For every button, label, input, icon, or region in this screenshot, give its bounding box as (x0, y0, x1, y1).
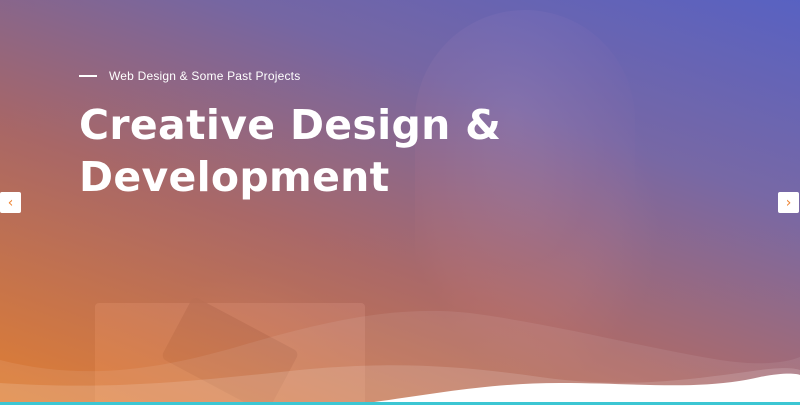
hero-subtitle: Web Design & Some Past Projects (79, 69, 300, 83)
hero-title-line-1: Creative Design & (79, 101, 502, 149)
chevron-right-icon: › (785, 194, 792, 211)
hero-title: Creative Design & Development (79, 99, 501, 203)
slider-prev-button[interactable]: ‹ (0, 192, 21, 213)
hero-slider: Web Design & Some Past Projects Creative… (0, 0, 800, 405)
hero-subtitle-text: Web Design & Some Past Projects (109, 69, 301, 83)
chevron-left-icon: ‹ (7, 194, 14, 211)
slider-next-button[interactable]: › (778, 192, 799, 213)
bottom-wave-decoration (0, 310, 800, 405)
hero-title-line-2: Development (79, 153, 390, 201)
subtitle-dash (79, 75, 97, 77)
